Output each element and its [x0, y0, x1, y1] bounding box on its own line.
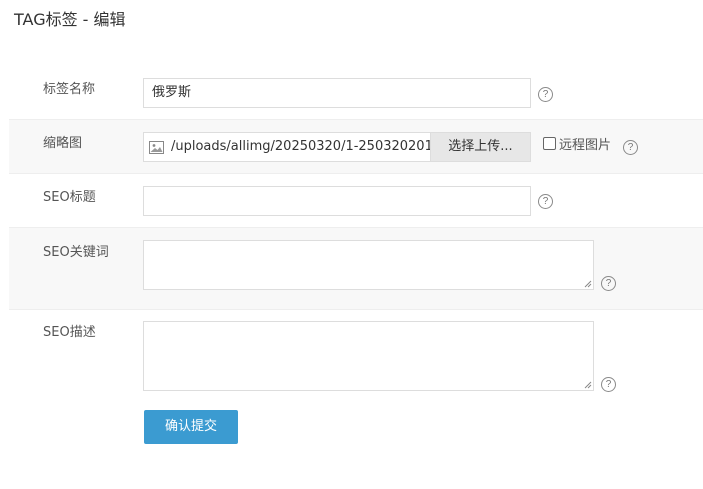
- thumbnail-label: 缩略图: [43, 136, 83, 151]
- seo-description-textarea[interactable]: [143, 321, 594, 391]
- page-title: TAG标签 - 编辑: [14, 10, 126, 29]
- upload-button[interactable]: 选择上传...: [430, 133, 530, 161]
- remote-image-checkbox[interactable]: [543, 137, 556, 150]
- seo-title-label: SEO标题: [43, 190, 96, 205]
- submit-button[interactable]: 确认提交: [144, 410, 238, 444]
- thumbnail-row: 缩略图 /uploads/allimg/20250320/1-250320201…: [9, 119, 703, 174]
- seo-title-help-icon[interactable]: ?: [538, 194, 553, 209]
- image-icon: [149, 141, 164, 154]
- seo-keywords-row: SEO关键词 ?: [9, 227, 703, 310]
- resize-handle-icon[interactable]: [584, 381, 592, 389]
- seo-keywords-label: SEO关键词: [43, 245, 109, 260]
- seo-title-row: SEO标题 ?: [9, 173, 703, 226]
- seo-description-label: SEO描述: [43, 325, 96, 340]
- thumbnail-input[interactable]: /uploads/allimg/20250320/1-2503202012 选择…: [143, 132, 531, 162]
- seo-keywords-help-icon[interactable]: ?: [601, 276, 616, 291]
- remote-image-label: 远程图片: [559, 138, 612, 153]
- thumbnail-path: /uploads/allimg/20250320/1-2503202012: [171, 139, 431, 154]
- thumbnail-help-icon[interactable]: ?: [623, 140, 638, 155]
- remote-image-option[interactable]: 远程图片: [543, 137, 611, 154]
- tag-name-input[interactable]: 俄罗斯: [143, 78, 531, 108]
- seo-keywords-textarea[interactable]: [143, 240, 594, 290]
- seo-description-row: SEO描述 ?: [9, 309, 703, 399]
- tag-name-row: 标签名称 俄罗斯 ?: [9, 66, 703, 118]
- tag-name-help-icon[interactable]: ?: [538, 87, 553, 102]
- seo-description-help-icon[interactable]: ?: [601, 377, 616, 392]
- resize-handle-icon[interactable]: [584, 280, 592, 288]
- seo-title-input[interactable]: [143, 186, 531, 216]
- tag-name-label: 标签名称: [43, 82, 96, 97]
